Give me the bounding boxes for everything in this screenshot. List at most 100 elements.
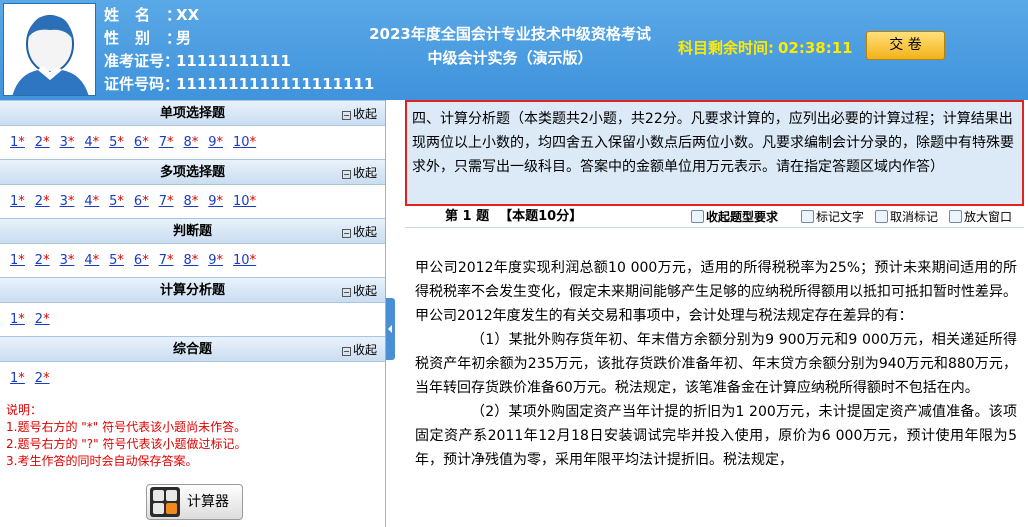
question-link[interactable]: 9* — [208, 253, 223, 268]
unanswered-mark: * — [249, 194, 257, 209]
candidate-name-row: 姓名：XX — [104, 4, 374, 27]
collapse-section-button[interactable]: − 收起 — [341, 337, 377, 363]
question-link[interactable]: 5* — [109, 194, 124, 209]
question-paragraph: （2）某项外购固定资产当年计提的折旧为1 200万元，未计提固定资产减值准备。该… — [415, 404, 1017, 468]
submit-exam-button[interactable]: 交 卷 — [866, 31, 945, 60]
unanswered-mark: * — [191, 253, 199, 268]
collapse-requirement-button[interactable]: 收起题型要求 — [691, 206, 778, 228]
collapse-label: 收起 — [352, 225, 377, 239]
question-link[interactable]: 4* — [84, 194, 99, 209]
candidate-name-label: 姓名： — [104, 6, 198, 24]
avatar-silhouette-icon — [4, 4, 95, 95]
question-number-list: 1* 2* 3* 4* 5* 6* 7* 8* 9* 10* — [0, 185, 385, 218]
question-number-list: 1* 2* 3* 4* 5* 6* 7* 8* 9* 10* — [0, 244, 385, 277]
mark-text-button[interactable]: 标记文字 — [801, 206, 864, 228]
exam-id: 11111111111 — [176, 52, 291, 70]
candidate-info: 姓名：XX 性别：男 准考证号：11111111111 证件号码：1111111… — [104, 4, 374, 96]
question-link-number: 7 — [158, 253, 167, 268]
collapse-section-button[interactable]: − 收起 — [341, 219, 377, 245]
unanswered-mark: * — [142, 135, 149, 150]
question-link[interactable]: 6* — [134, 135, 149, 150]
question-link[interactable]: 9* — [208, 135, 223, 150]
question-link[interactable]: 7* — [159, 253, 174, 268]
unanswered-mark: * — [92, 135, 100, 150]
question-link[interactable]: 5* — [109, 253, 124, 268]
collapse-label: 收起 — [352, 107, 377, 121]
question-link[interactable]: 8* — [183, 135, 198, 150]
question-link[interactable]: 2* — [35, 253, 50, 268]
question-link-number: 8 — [183, 194, 192, 209]
candidate-gender: 男 — [176, 29, 192, 47]
question-link[interactable]: 7* — [159, 135, 174, 150]
cert-id: 1111111111111111111 — [176, 75, 375, 93]
unmark-button[interactable]: 取消标记 — [875, 206, 938, 228]
unanswered-mark: * — [43, 312, 50, 327]
question-number-list: 1* 2* 3* 4* 5* 6* 7* 8* 9* 10* — [0, 126, 385, 159]
unanswered-mark: * — [249, 135, 257, 150]
unanswered-mark: * — [18, 135, 25, 150]
question-link[interactable]: 3* — [60, 253, 75, 268]
question-link[interactable]: 1* — [10, 312, 25, 327]
instructions-notes: 说明： 1.题号右方的 "*" 符号代表该小题尚未作答。 2.题号右方的 "?"… — [6, 402, 247, 470]
section-title: 判断题 — [172, 224, 212, 239]
question-link[interactable]: 4* — [84, 253, 99, 268]
collapse-section-button[interactable]: − 收起 — [341, 278, 377, 304]
section-requirements: 四、计算分析题（本类题共2小题，共22分。凡要求计算的，应列出必要的计算过程；计… — [405, 100, 1024, 206]
calculator-label: 计算器 — [187, 494, 229, 510]
section-header: 综合题 − 收起 — [0, 336, 385, 362]
question-link[interactable]: 1* — [10, 371, 25, 386]
section-title: 综合题 — [172, 342, 212, 357]
question-link[interactable]: 1* — [10, 253, 25, 268]
question-link-number: 4 — [84, 253, 93, 268]
question-link[interactable]: 8* — [183, 194, 198, 209]
question-link[interactable]: 10* — [233, 194, 256, 209]
zoom-window-label: 放大窗口 — [964, 210, 1013, 224]
question-link[interactable]: 8* — [183, 253, 198, 268]
question-number-list: 1* 2* — [0, 303, 385, 336]
question-link[interactable]: 1* — [10, 194, 25, 209]
question-link[interactable]: 2* — [35, 135, 50, 150]
question-link-number: 10 — [233, 194, 250, 209]
question-link-number: 3 — [59, 253, 68, 268]
panel-splitter-handle[interactable] — [386, 298, 395, 360]
question-number: 第 1 题 — [445, 209, 490, 224]
unanswered-mark: * — [191, 135, 199, 150]
collapse-section-button[interactable]: − 收起 — [341, 160, 377, 186]
question-link-number: 2 — [34, 135, 44, 150]
exam-id-label: 准考证号： — [104, 52, 180, 70]
double-chevron-up-icon — [691, 210, 704, 223]
cert-id-label: 证件号码： — [104, 75, 180, 93]
question-link[interactable]: 3* — [60, 135, 75, 150]
question-link[interactable]: 2* — [35, 371, 50, 386]
question-link-number: 10 — [233, 135, 250, 150]
question-link[interactable]: 2* — [35, 312, 50, 327]
section-title: 计算分析题 — [159, 283, 225, 298]
question-content: 甲公司2012年度实现利润总额10 000万元，适用的所得税税率为25%；预计未… — [415, 256, 1017, 472]
unanswered-mark: * — [18, 371, 25, 386]
question-link[interactable]: 6* — [134, 194, 149, 209]
unanswered-mark: * — [67, 253, 75, 268]
eraser-icon — [875, 210, 888, 223]
calculator-button[interactable]: 计算器 — [146, 484, 243, 520]
timer-label: 科目剩余时间: — [678, 39, 774, 57]
question-link[interactable]: 1* — [10, 135, 25, 150]
question-link-number: 6 — [133, 135, 143, 150]
question-link[interactable]: 4* — [84, 135, 99, 150]
question-link[interactable]: 3* — [60, 194, 75, 209]
question-link[interactable]: 9* — [208, 194, 223, 209]
question-link[interactable]: 5* — [109, 135, 124, 150]
unanswered-mark: * — [117, 135, 124, 150]
collapse-section-button[interactable]: − 收起 — [341, 101, 377, 127]
question-link[interactable]: 2* — [35, 194, 50, 209]
unanswered-mark: * — [117, 194, 124, 209]
question-link[interactable]: 7* — [159, 194, 174, 209]
question-link[interactable]: 6* — [134, 253, 149, 268]
question-link[interactable]: 10* — [233, 253, 256, 268]
zoom-window-button[interactable]: 放大窗口 — [949, 206, 1012, 228]
collapse-requirement-label: 收起题型要求 — [706, 210, 779, 224]
minus-box-icon: − — [341, 170, 351, 179]
section-header: 计算分析题 − 收起 — [0, 277, 385, 303]
candidate-gender-label: 性别： — [104, 29, 198, 47]
minus-box-icon: − — [341, 229, 351, 238]
question-link[interactable]: 10* — [233, 135, 256, 150]
